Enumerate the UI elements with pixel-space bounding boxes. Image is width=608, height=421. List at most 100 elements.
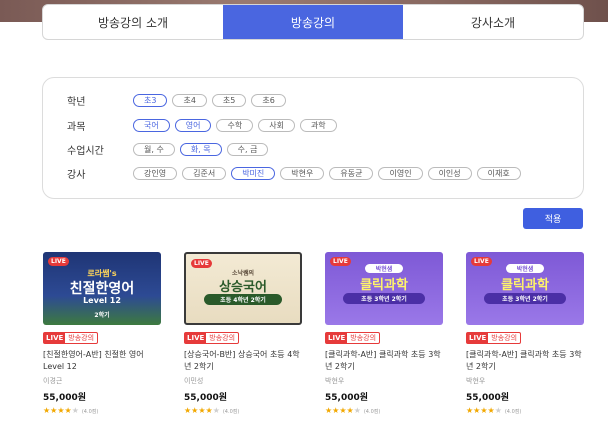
- thumb-text: 박현샘: [365, 264, 403, 273]
- chip-subject-korean[interactable]: 국어: [133, 119, 170, 132]
- filter-panel: 학년 초3 초4 초5 초6 과목 국어 영어 수학 사회 과학 수업시간 월,…: [42, 77, 584, 199]
- chip-teacher[interactable]: 이영인: [378, 167, 423, 180]
- star-icon: ★: [332, 406, 340, 415]
- teacher-name: 이민성: [184, 377, 204, 385]
- course-card[interactable]: LIVE 박현샘 클릭과학 초등 3학년 2학기 LIVE 방송강의 [클릭과학-…: [466, 252, 584, 415]
- chip-grade-5[interactable]: 초5: [211, 94, 247, 107]
- course-thumbnail[interactable]: LIVE 소낙쌤의 상승국어 초등 4학년 2학기: [184, 252, 302, 325]
- star-icon: ★: [473, 406, 481, 415]
- chip-time-wed-fri[interactable]: 수, 금: [226, 143, 269, 156]
- thumb-title: 친절한영어: [69, 281, 135, 297]
- filter-row-teacher: 강사 강인영 김준서 박미진 박현우 유동균 이영인 이인성 이재호: [67, 166, 521, 181]
- rating-text: (4.0점): [363, 408, 381, 415]
- teacher-name: 박현우: [466, 377, 486, 385]
- chip-subject-social[interactable]: 사회: [258, 119, 295, 132]
- course-card[interactable]: LIVE 로라쌤's 친절한영어 Level 12 2학기 LIVE 방송강의 […: [43, 252, 161, 415]
- filter-label: 수업시간: [67, 146, 104, 157]
- rating-text: (4.0점): [81, 408, 99, 415]
- badge-label: 방송강의: [209, 334, 236, 342]
- chip-subject-science[interactable]: 과학: [299, 119, 337, 132]
- star-icon: ★: [57, 406, 65, 415]
- star-icon: ★: [346, 406, 354, 415]
- apply-button[interactable]: 적용: [523, 208, 583, 229]
- broadcast-badge: LIVE 방송강의: [184, 332, 240, 344]
- live-label: LIVE: [326, 333, 348, 343]
- broadcast-badge: LIVE 방송강의: [43, 332, 99, 344]
- thumb-title: 클릭과학: [360, 278, 408, 293]
- chip-teacher[interactable]: 박현우: [280, 167, 325, 180]
- rating: ★ ★ ★ ★ ★ (4.0점): [325, 407, 443, 415]
- course-title[interactable]: [상승국어-B반] 상승국어 초등 4학년 2학기: [184, 349, 302, 373]
- thumb-text: 2학기: [94, 312, 110, 319]
- star-icon: ★: [494, 406, 502, 415]
- course-card[interactable]: LIVE 박현샘 클릭과학 초등 3학년 2학기 LIVE 방송강의 [클릭과학-…: [325, 252, 443, 415]
- chip-teacher[interactable]: 강인영: [133, 167, 178, 180]
- course-thumbnail[interactable]: LIVE 로라쌤's 친절한영어 Level 12 2학기: [43, 252, 161, 325]
- tab-broadcast[interactable]: 방송강의: [223, 5, 403, 39]
- tab-intro[interactable]: 방송강의 소개: [43, 5, 223, 39]
- live-label: LIVE: [185, 333, 207, 343]
- live-tag: LIVE: [471, 257, 492, 266]
- rating: ★ ★ ★ ★ ★ (4.0점): [184, 407, 302, 415]
- rating: ★ ★ ★ ★ ★ (4.0점): [43, 407, 161, 415]
- course-price: 55,000원: [325, 393, 369, 403]
- chip-teacher[interactable]: 이재호: [476, 167, 521, 180]
- star-icon: ★: [50, 406, 58, 415]
- tab-teachers[interactable]: 강사소개: [403, 5, 583, 39]
- course-card[interactable]: LIVE 소낙쌤의 상승국어 초등 4학년 2학기 LIVE 방송강의 [상승국어…: [184, 252, 302, 415]
- chip-teacher[interactable]: 이인성: [427, 167, 472, 180]
- live-tag: LIVE: [191, 259, 212, 268]
- chip-teacher[interactable]: 박미진: [231, 167, 276, 180]
- star-icon: ★: [43, 406, 51, 415]
- chip-grade-3[interactable]: 초3: [133, 94, 168, 107]
- thumb-text: 초등 3학년 2학기: [484, 293, 566, 304]
- course-price: 55,000원: [466, 393, 510, 403]
- star-icon: ★: [71, 406, 79, 415]
- course-price: 55,000원: [43, 393, 87, 403]
- live-tag: LIVE: [330, 257, 351, 266]
- chip-grade-4[interactable]: 초4: [172, 94, 207, 107]
- chip-time-tue-thu[interactable]: 화, 목: [179, 143, 222, 156]
- chip-time-mon-wed[interactable]: 월, 수: [133, 143, 175, 156]
- filter-row-subject: 과목 국어 영어 수학 사회 과학: [67, 118, 337, 133]
- star-icon: ★: [480, 406, 488, 415]
- rating-text: (4.0점): [504, 408, 522, 415]
- thumb-text: Level 12: [83, 296, 121, 305]
- badge-label: 방송강의: [491, 334, 518, 342]
- chip-grade-6[interactable]: 초6: [251, 94, 286, 107]
- chip-teacher[interactable]: 김준서: [182, 167, 227, 180]
- thumb-title: 상승국어: [219, 280, 267, 295]
- badge-label: 방송강의: [68, 334, 95, 342]
- teacher-name: 이경근: [43, 377, 63, 385]
- star-icon: ★: [205, 406, 213, 415]
- tab-bar: 방송강의 소개 방송강의 강사소개: [42, 4, 584, 40]
- chip-subject-math[interactable]: 수학: [216, 119, 254, 132]
- star-icon: ★: [487, 406, 495, 415]
- chip-subject-english[interactable]: 영어: [174, 119, 212, 132]
- course-title[interactable]: [클릭과학-A반] 클릭과학 초등 3학년 2학기: [466, 349, 584, 373]
- star-icon: ★: [325, 406, 333, 415]
- filter-label: 과목: [67, 122, 86, 133]
- star-icon: ★: [184, 406, 192, 415]
- filter-row-time: 수업시간 월, 수 화, 목 수, 금: [67, 142, 269, 157]
- filter-label: 강사: [67, 170, 86, 181]
- chip-teacher[interactable]: 유동균: [329, 167, 374, 180]
- thumb-text: 초등 3학년 2학기: [343, 293, 425, 304]
- course-title[interactable]: [친절한영어-A반] 친절한 영어 Level 12: [43, 349, 161, 373]
- filter-label: 학년: [67, 97, 86, 108]
- course-title[interactable]: [클릭과학-A반] 클릭과학 초등 3학년 2학기: [325, 349, 443, 373]
- thumb-text: 박현샘: [506, 264, 544, 273]
- star-icon: ★: [191, 406, 199, 415]
- course-thumbnail[interactable]: LIVE 박현샘 클릭과학 초등 3학년 2학기: [466, 252, 584, 325]
- thumb-text: 초등 4학년 2학기: [204, 294, 282, 305]
- rating-text: (4.0점): [222, 408, 240, 415]
- star-icon: ★: [339, 406, 347, 415]
- course-thumbnail[interactable]: LIVE 박현샘 클릭과학 초등 3학년 2학기: [325, 252, 443, 325]
- filter-row-grade: 학년 초3 초4 초5 초6: [67, 93, 286, 108]
- badge-label: 방송강의: [350, 334, 377, 342]
- teacher-name: 박현우: [325, 377, 345, 385]
- course-price: 55,000원: [184, 393, 228, 403]
- live-label: LIVE: [467, 333, 489, 343]
- live-tag: LIVE: [48, 257, 69, 266]
- star-icon: ★: [212, 406, 220, 415]
